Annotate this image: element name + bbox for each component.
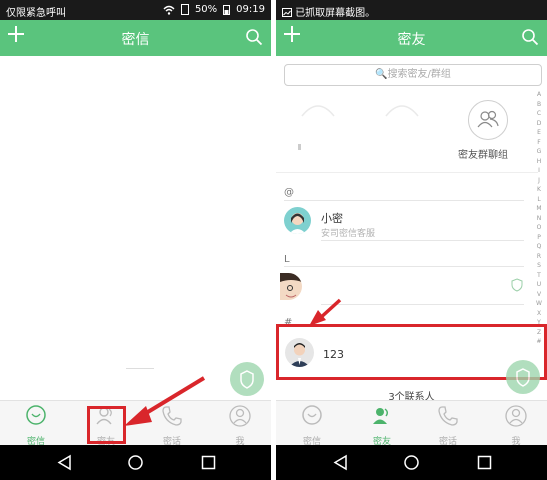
shield-icon xyxy=(240,370,254,389)
tab-calls[interactable]: 密话 xyxy=(428,404,468,447)
recents-icon[interactable] xyxy=(476,454,493,471)
divider xyxy=(276,172,538,173)
tab-me[interactable]: 我 xyxy=(220,404,260,447)
shield-icon xyxy=(511,278,523,292)
phone-icon xyxy=(438,406,458,426)
profile-icon xyxy=(505,405,527,427)
group-placeholder-icon xyxy=(298,105,335,150)
wifi-icon xyxy=(163,5,175,15)
home-icon[interactable] xyxy=(127,454,144,471)
divider xyxy=(126,368,154,369)
page-title: 密信 xyxy=(121,32,150,48)
back-icon[interactable] xyxy=(56,454,73,471)
avatar xyxy=(284,207,311,234)
right-screen: 已抓取屏幕截图。 密友 🔍搜索密友/群组 密友群聊组 @ 小密 安司密信客服 L xyxy=(276,0,547,480)
left-screen: 仅限紧急呼叫 50% 09:19 密信 密信 密友 密话 我 xyxy=(0,0,271,480)
tab-messages[interactable]: 密信 xyxy=(292,404,332,447)
chat-bubble-icon xyxy=(302,405,322,425)
secure-fab[interactable] xyxy=(230,362,264,396)
carrier-text: 仅限紧急呼叫 xyxy=(6,8,66,19)
page-title: 密友 xyxy=(397,32,426,48)
home-icon[interactable] xyxy=(403,454,420,471)
group-chat-label: 密友群聊组 xyxy=(458,150,508,161)
group-placeholder-icon xyxy=(385,105,419,117)
search-icon[interactable] xyxy=(521,28,539,46)
sim-icon xyxy=(180,4,189,15)
section-header-l: L xyxy=(284,254,290,265)
arrow-icon xyxy=(124,376,206,426)
system-nav-bar xyxy=(276,445,547,480)
chat-list xyxy=(0,56,271,400)
tab-bar: 密信 密友 密话 我 xyxy=(276,400,547,447)
search-input[interactable]: 🔍搜索密友/群组 xyxy=(284,64,542,86)
back-icon[interactable] xyxy=(332,454,349,471)
tab-friends[interactable]: 密友 xyxy=(362,404,402,447)
tab-messages[interactable]: 密信 xyxy=(16,404,56,447)
recents-icon[interactable] xyxy=(200,454,217,471)
profile-icon xyxy=(229,405,251,427)
app-bar: 密友 xyxy=(276,20,547,56)
group-chat-button[interactable] xyxy=(468,100,508,140)
battery-text: 50% xyxy=(194,4,218,15)
screenshot-icon xyxy=(282,8,292,17)
group-icon xyxy=(477,110,499,128)
clock-text: 09:19 xyxy=(236,4,265,15)
chat-bubble-icon xyxy=(26,405,46,425)
search-icon[interactable] xyxy=(245,28,263,46)
arrow-icon xyxy=(309,298,342,326)
section-header-at: @ xyxy=(284,187,294,198)
notice-text: 已抓取屏幕截图。 xyxy=(295,8,376,19)
tab-me[interactable]: 我 xyxy=(496,404,536,447)
system-nav-bar xyxy=(0,445,271,480)
battery-icon xyxy=(223,5,231,15)
avatar xyxy=(280,273,302,300)
app-bar: 密信 xyxy=(0,20,271,56)
contact-name: 小密 xyxy=(321,212,343,225)
contact-subtitle: 安司密信客服 xyxy=(321,229,376,239)
status-bar: 已抓取屏幕截图。 xyxy=(276,0,547,20)
contacts-icon xyxy=(373,408,388,424)
status-bar: 仅限紧急呼叫 50% 09:19 xyxy=(0,0,271,20)
alphabet-index[interactable]: A B C D E F G H I J K L M N O P Q R S T U V W X Y Z # xyxy=(534,90,544,347)
